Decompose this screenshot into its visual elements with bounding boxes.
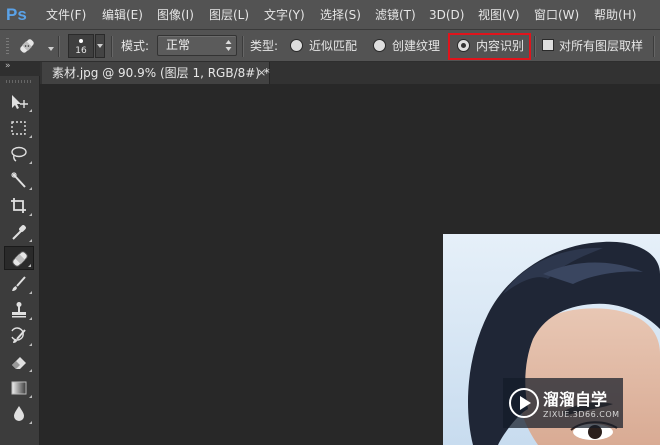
menu-help[interactable]: 帮助(H): [594, 0, 636, 30]
eyedropper-tool[interactable]: [4, 220, 34, 244]
gradient-tool-icon: [11, 381, 27, 395]
blur-tool-icon: [14, 406, 24, 421]
more-tools-indicator: [29, 213, 32, 216]
brush-tip-icon: [79, 39, 83, 43]
menu-view[interactable]: 视图(V): [478, 0, 520, 30]
menu-select[interactable]: 选择(S): [320, 0, 361, 30]
toolbox-grip[interactable]: [6, 80, 32, 83]
menu-image[interactable]: 图像(I): [157, 0, 194, 30]
brush-size-value: 16: [75, 46, 87, 56]
spot-healing-brush-tool[interactable]: [4, 246, 34, 270]
lasso-tool[interactable]: [4, 142, 34, 166]
eyedropper-tool-icon: [12, 225, 26, 240]
document-tab[interactable]: 素材.jpg @ 90.9% (图层 1, RGB/8#) * ×: [42, 62, 270, 84]
canvas-area[interactable]: 溜溜自学 ZIXUE.3D66.COM: [40, 84, 660, 445]
clone-stamp-tool-icon: [12, 302, 26, 318]
sample-all-layers-checkbox[interactable]: [542, 39, 554, 51]
more-tools-indicator: [29, 421, 32, 424]
document-tab-title: 素材.jpg @ 90.9% (图层 1, RGB/8#) *: [52, 66, 270, 80]
more-tools-indicator: [29, 343, 32, 346]
close-icon[interactable]: ×: [257, 62, 266, 84]
more-tools-indicator: [28, 264, 31, 267]
more-tools-indicator: [29, 291, 32, 294]
more-tools-indicator: [29, 317, 32, 320]
brush-size-picker[interactable]: 16: [68, 34, 94, 58]
move-tool-icon: [12, 95, 28, 109]
rectangular-marquee-tool-icon: [11, 121, 26, 135]
watermark-title: 溜溜自学: [543, 390, 608, 409]
menu-3d[interactable]: 3D(D): [429, 0, 464, 30]
separator: [111, 36, 113, 57]
eraser-tool[interactable]: [4, 350, 34, 374]
move-tool[interactable]: [4, 90, 34, 114]
eraser-tool-icon: [12, 357, 26, 369]
history-brush-tool-icon: [11, 327, 26, 343]
menu-layer[interactable]: 图层(L): [209, 0, 249, 30]
magic-wand-tool[interactable]: [4, 168, 34, 192]
menu-type[interactable]: 文字(Y): [264, 0, 305, 30]
menu-bar: Ps 文件(F) 编辑(E) 图像(I) 图层(L) 文字(Y) 选择(S) 滤…: [0, 0, 660, 30]
more-tools-indicator: [29, 135, 32, 138]
type-label: 类型:: [250, 39, 279, 53]
crop-tool[interactable]: [4, 194, 34, 218]
crop-tool-icon: [11, 198, 26, 213]
document-tab-strip: 素材.jpg @ 90.9% (图层 1, RGB/8#) * ×: [40, 62, 660, 84]
chevron-down-icon: [48, 47, 54, 51]
more-tools-indicator: [29, 395, 32, 398]
watermark: 溜溜自学 ZIXUE.3D66.COM: [503, 378, 623, 428]
brush-tool-icon: [12, 276, 26, 291]
spot-healing-brush-icon: [19, 38, 35, 54]
updown-arrows-icon: [225, 40, 232, 51]
menu-file[interactable]: 文件(F): [46, 0, 86, 30]
brush-tool[interactable]: [4, 272, 34, 296]
photoshop-logo: Ps: [6, 5, 27, 24]
toolbox: »: [0, 61, 40, 445]
gradient-tool[interactable]: [4, 376, 34, 400]
more-tools-indicator: [29, 369, 32, 372]
mode-select[interactable]: 正常: [157, 35, 237, 56]
mode-label: 模式:: [121, 39, 150, 53]
lasso-tool-icon: [11, 146, 27, 162]
watermark-url: ZIXUE.3D66.COM: [543, 410, 620, 419]
more-tools-indicator: [29, 109, 32, 112]
spot-healing-brush-tool-icon: [12, 251, 28, 267]
brush-dropdown-button[interactable]: [95, 34, 105, 58]
more-tools-indicator: [29, 161, 32, 164]
magic-wand-tool-icon: [11, 172, 26, 188]
menu-window[interactable]: 窗口(W): [534, 0, 579, 30]
tool-preset-picker[interactable]: [16, 35, 54, 57]
chevron-down-icon: [97, 44, 103, 48]
radio-create-texture[interactable]: [373, 39, 386, 52]
options-bar: 16 模式: 正常 类型: 近似匹配 创建纹理 内容识别 对所有图层取样: [0, 30, 660, 62]
separator: [653, 36, 655, 57]
menu-edit[interactable]: 编辑(E): [102, 0, 143, 30]
more-tools-indicator: [29, 187, 32, 190]
play-logo-icon: [509, 388, 539, 418]
radio-proximity-match[interactable]: [290, 39, 303, 52]
history-brush-tool[interactable]: [4, 324, 34, 348]
collapse-icon[interactable]: »: [5, 61, 10, 71]
separator: [534, 36, 536, 57]
toolbox-header[interactable]: »: [0, 61, 40, 76]
separator: [242, 36, 244, 57]
create-texture-label[interactable]: 创建纹理: [392, 30, 440, 62]
mode-select-value: 正常: [166, 38, 191, 52]
menu-filter[interactable]: 滤镜(T): [375, 0, 416, 30]
sample-all-layers-label[interactable]: 对所有图层取样: [559, 30, 643, 62]
separator: [58, 36, 60, 57]
options-bar-grip[interactable]: [6, 38, 9, 55]
proximity-match-label[interactable]: 近似匹配: [309, 30, 357, 62]
blur-tool[interactable]: [4, 402, 34, 426]
clone-stamp-tool[interactable]: [4, 298, 34, 322]
marquee-tool[interactable]: [4, 116, 34, 140]
more-tools-indicator: [29, 239, 32, 242]
content-aware-highlight: [448, 33, 531, 60]
